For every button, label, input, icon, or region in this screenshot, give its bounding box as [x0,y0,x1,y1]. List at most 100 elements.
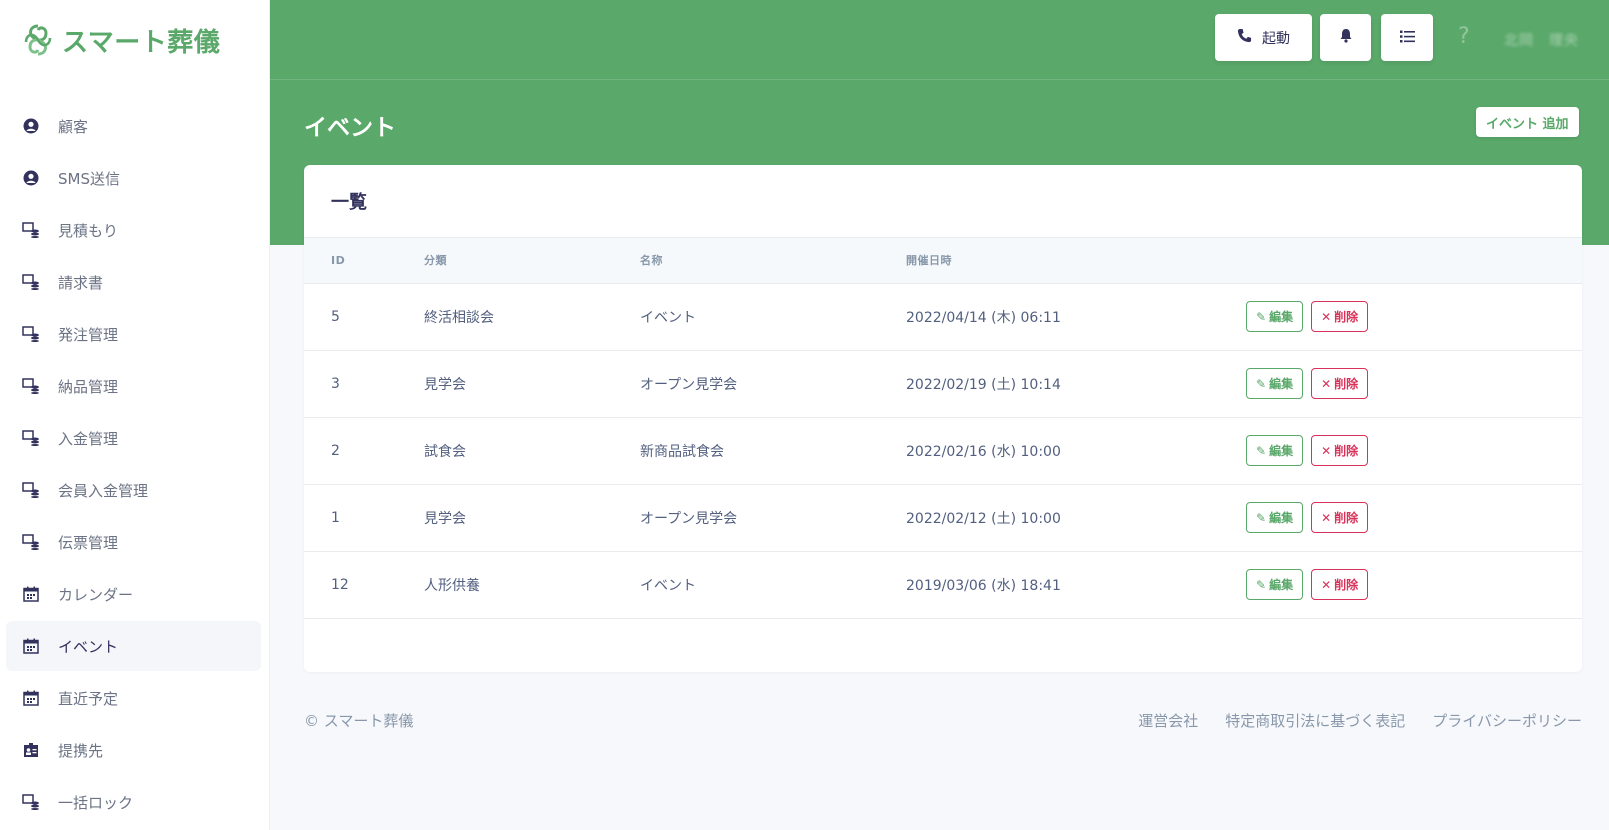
delete-button-label: 削除 [1334,578,1359,592]
page-title: イベント [304,115,396,141]
user-name[interactable]: 北岡 理央 [1504,30,1579,50]
cell-datetime: 2019/03/06 (水) 18:41 [906,577,1061,594]
sidebar-item-deliveries[interactable]: 納品管理 [6,361,261,411]
column-header-category: 分類 [424,238,640,284]
delete-button-label: 削除 [1334,511,1359,525]
launch-button-label: 起動 [1262,30,1290,47]
column-header-name: 名称 [640,238,906,284]
sidebar-item-estimates[interactable]: 見積もり [6,205,261,255]
table-row: 2 試食会 新商品試食会 2022/02/16 (水) 10:00 ✎ 編集 ✕ 削… [304,417,1582,484]
sidebar-item-label: 納品管理 [58,377,119,396]
edit-button[interactable]: ✎ 編集 [1246,502,1304,533]
cell-id: 1 [331,509,340,526]
sidebar-item-customers[interactable]: 顧客 [6,101,261,151]
cell-category: 見学会 [424,510,466,527]
cell-datetime: 2022/02/12 (土) 10:00 [906,510,1061,527]
footer-links: 運営会社 特定商取引法に基づく表記 プライバシーポリシー [1138,710,1582,731]
brand[interactable]: スマート葬儀 [0,0,269,80]
edit-button[interactable]: ✎ 編集 [1246,569,1304,600]
edit-button-label: 編集 [1269,377,1294,391]
close-icon: ✕ [1321,577,1332,592]
sidebar-item-sms[interactable]: SMS送信 [6,153,261,203]
cell-name: オープン見学会 [640,510,738,527]
launch-button[interactable]: 起動 [1215,14,1312,61]
delete-button[interactable]: ✕ 削除 [1311,502,1369,533]
delete-button[interactable]: ✕ 削除 [1311,301,1369,332]
delete-button[interactable]: ✕ 削除 [1311,569,1369,600]
sidebar-item-label: 請求書 [58,273,104,292]
sidebar-item-invoices[interactable]: 請求書 [6,257,261,307]
stack-coins-icon [22,481,40,499]
table-row: 1 見学会 オープン見学会 2022/02/12 (土) 10:00 ✎ 編集 ✕… [304,484,1582,551]
edit-button[interactable]: ✎ 編集 [1246,435,1304,466]
calendar-icon [22,585,40,603]
cell-id: 3 [331,375,340,392]
bell-icon [1339,28,1353,47]
sidebar-item-label: 入金管理 [58,429,119,448]
footer-link-privacy[interactable]: プライバシーポリシー [1432,710,1582,731]
stack-coins-icon [22,273,40,291]
sidebar-item-label: イベント [58,637,119,656]
sidebar-item-label: 会員入金管理 [58,481,149,500]
cell-name: 新商品試食会 [640,443,724,460]
sidebar: スマート葬儀 顧客 SMS送信 見積もり 請求書 発注管理 納品管理 入金管理 … [0,0,270,830]
pencil-icon: ✎ [1256,577,1267,592]
sidebar-item-label: 発注管理 [58,325,119,344]
event-list-card: 一覧 ID 分類 名称 開催日時 5 終活相談会 イベント 2022/04/14… [304,165,1582,672]
cell-actions: ✎ 編集 ✕ 削除 [1246,551,1582,618]
sidebar-item-orders[interactable]: 発注管理 [6,309,261,359]
help-icon[interactable]: ? [1458,24,1470,49]
notifications-button[interactable] [1320,14,1371,61]
delete-button-label: 削除 [1334,444,1359,458]
id-badge-icon [22,741,40,759]
delete-button[interactable]: ✕ 削除 [1311,435,1369,466]
main-content: 起動 ? 北岡 理央 イベント イベント 追加 一覧 ID 分類 名称 開催日時 [270,0,1609,830]
sidebar-item-partners[interactable]: 提携先 [6,725,261,775]
sidebar-item-bulk-lock[interactable]: 一括ロック [6,777,261,827]
cell-category: 人形供養 [424,577,480,594]
cell-id: 5 [331,308,340,325]
stack-coins-icon [22,325,40,343]
calendar-icon [22,637,40,655]
sidebar-item-label: 伝票管理 [58,533,119,552]
brand-knot-logo [24,24,52,56]
table-row: 12 人形供養 イベント 2019/03/06 (水) 18:41 ✎ 編集 ✕ 削… [304,551,1582,618]
stack-coins-icon [22,221,40,239]
table-row: 5 終活相談会 イベント 2022/04/14 (木) 06:11 ✎ 編集 ✕ 削… [304,283,1582,350]
delete-button-label: 削除 [1334,310,1359,324]
edit-button-label: 編集 [1269,578,1294,592]
delete-button[interactable]: ✕ 削除 [1311,368,1369,399]
cell-id: 12 [331,576,349,593]
sidebar-item-events[interactable]: イベント [6,621,261,671]
edit-button-label: 編集 [1269,310,1294,324]
footer-link-company[interactable]: 運営会社 [1138,710,1198,731]
pencil-icon: ✎ [1256,309,1267,324]
sidebar-item-label: 一括ロック [58,793,134,812]
footer-link-commerce-law[interactable]: 特定商取引法に基づく表記 [1225,710,1405,731]
sidebar-item-upcoming[interactable]: 直近予定 [6,673,261,723]
add-event-button[interactable]: イベント 追加 [1476,107,1579,137]
top-navbar: 起動 ? 北岡 理央 [270,0,1609,80]
close-icon: ✕ [1321,510,1332,525]
sidebar-item-payments[interactable]: 入金管理 [6,413,261,463]
edit-button[interactable]: ✎ 編集 [1246,301,1304,332]
sidebar-item-member-payments[interactable]: 会員入金管理 [6,465,261,515]
cell-actions: ✎ 編集 ✕ 削除 [1246,283,1582,350]
edit-button[interactable]: ✎ 編集 [1246,368,1304,399]
menu-list-button[interactable] [1381,14,1433,61]
cell-name: イベント [640,577,696,594]
table-row: 3 見学会 オープン見学会 2022/02/19 (土) 10:14 ✎ 編集 ✕… [304,350,1582,417]
column-header-id: ID [304,238,424,284]
edit-button-label: 編集 [1269,444,1294,458]
brand-name: スマート葬儀 [62,27,221,58]
cell-datetime: 2022/02/16 (水) 10:00 [906,443,1061,460]
cell-category: 試食会 [424,443,466,460]
stack-coins-icon [22,533,40,551]
sidebar-item-slips[interactable]: 伝票管理 [6,517,261,567]
phone-icon [1237,28,1252,47]
cell-id: 2 [331,442,340,459]
cell-name: オープン見学会 [640,376,738,393]
card-title: 一覧 [331,192,367,213]
sidebar-item-calendar[interactable]: カレンダー [6,569,261,619]
calendar-icon [22,689,40,707]
